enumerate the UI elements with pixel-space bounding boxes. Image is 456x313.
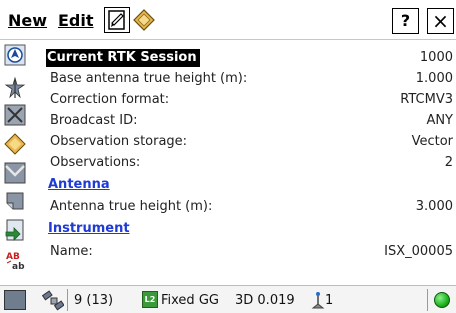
left-toolbar: AB ab — [0, 44, 30, 284]
table-row[interactable]: Base antenna true height (m): 1.000 — [36, 69, 456, 90]
help-button[interactable]: ? — [392, 8, 419, 34]
row-label: Name: — [50, 244, 93, 259]
menu-new[interactable]: New — [8, 11, 47, 30]
table-row[interactable]: Correction format: RTCMV3 — [36, 90, 456, 111]
row-value: Vector — [411, 134, 453, 149]
row-label: Observation storage: — [50, 134, 188, 149]
menu-new-label: New — [8, 11, 48, 30]
close-label: × — [432, 9, 449, 33]
calc-icon[interactable]: AB ab — [4, 249, 26, 272]
session-header-row: Current RTK Session 1000 — [36, 48, 456, 69]
instrument-link[interactable]: Instrument — [48, 221, 130, 236]
menu-edit-label: Edit — [58, 11, 94, 30]
base-station-icon[interactable] — [311, 290, 325, 313]
export-icon[interactable] — [4, 219, 26, 241]
codes-list-icon[interactable] — [4, 133, 26, 155]
fix-type-icon: L2 — [142, 291, 158, 308]
menu-edit[interactable]: Edit — [58, 11, 94, 30]
table-row[interactable]: Observation storage: Vector — [36, 132, 456, 153]
session-title-value: 1000 — [419, 50, 453, 65]
row-value: 2 — [444, 155, 453, 170]
menu-bar: New Edit ? × — [0, 0, 456, 40]
row-value: RTCMV3 — [400, 92, 453, 107]
row-value: 1.000 — [415, 71, 453, 86]
survey-icon[interactable] — [4, 76, 26, 99]
menu-icon[interactable] — [4, 290, 26, 310]
svg-text:ab: ab — [12, 262, 25, 271]
table-row[interactable]: Observations: 2 — [36, 153, 456, 174]
status-separator — [427, 289, 428, 311]
tape-icon[interactable] — [4, 190, 26, 212]
session-details: Current RTK Session 1000 Base antenna tr… — [36, 44, 456, 284]
table-row[interactable]: Name: ISX_00005 — [36, 242, 456, 263]
table-row[interactable]: Antenna true height (m): 3.000 — [36, 197, 456, 218]
cogo-icon[interactable] — [4, 104, 26, 126]
precision-readout[interactable]: 3D 0.019 — [235, 293, 295, 308]
status-bar: 9 (13) L2 Fixed GG 3D 0.019 1 — [0, 285, 456, 313]
row-label: Antenna true height (m): — [50, 199, 213, 214]
table-row[interactable]: Broadcast ID: ANY — [36, 111, 456, 132]
svg-text:AB: AB — [6, 252, 20, 262]
navigate-icon[interactable] — [4, 44, 26, 66]
row-label: Correction format: — [50, 92, 170, 107]
antenna-header-row: Antenna — [36, 176, 456, 197]
row-label: Broadcast ID: — [50, 113, 138, 128]
satellite-icon[interactable] — [40, 289, 65, 313]
satellite-count[interactable]: 9 (13) — [74, 293, 113, 308]
row-value: 3.000 — [415, 199, 453, 214]
map-icon[interactable] — [4, 162, 26, 184]
codes-icon[interactable] — [131, 7, 157, 33]
view-icon[interactable] — [104, 7, 130, 33]
close-button[interactable]: × — [427, 8, 454, 34]
row-value: ANY — [426, 113, 453, 128]
row-value: ISX_00005 — [384, 244, 453, 259]
antenna-link[interactable]: Antenna — [48, 177, 110, 192]
solution-status[interactable]: Fixed GG — [161, 293, 219, 308]
session-title: Current RTK Session — [46, 49, 200, 67]
fix-type-icon-label: L2 — [144, 295, 156, 304]
row-label: Observations: — [50, 155, 141, 170]
station-count: 1 — [325, 293, 334, 308]
help-label: ? — [400, 11, 411, 30]
status-separator — [67, 289, 68, 311]
instrument-header-row: Instrument — [36, 220, 456, 241]
row-label: Base antenna true height (m): — [50, 71, 248, 86]
connection-status-icon[interactable] — [434, 292, 450, 308]
